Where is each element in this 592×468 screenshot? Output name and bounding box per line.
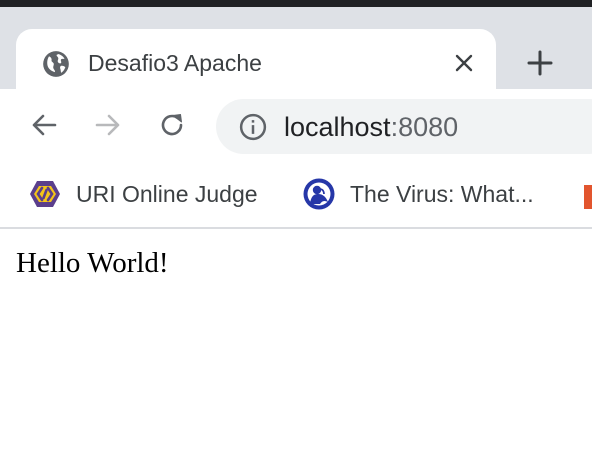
arrow-right-icon[interactable] [92,109,124,141]
bookmark-label: The Virus: What... [350,181,534,207]
browser-toolbar: localhost:8080 [0,89,592,161]
uri-logo-icon [30,181,60,207]
pbs-logo-icon [303,178,335,210]
address-bar[interactable]: localhost:8080 [216,99,592,154]
arrow-left-icon[interactable] [28,109,60,141]
close-icon[interactable] [452,51,476,75]
url-text[interactable]: localhost:8080 [284,112,458,142]
bookmark-overflow-icon[interactable] [584,185,592,209]
tab-title: Desafio3 Apache [88,50,262,76]
bookmark-the-virus[interactable]: The Virus: What... [302,177,554,211]
url-port: :8080 [390,112,459,142]
url-host: localhost [284,112,391,142]
window-top-bar [0,0,592,7]
bookmarks-bar: URI Online Judge The Virus: What... [0,161,592,227]
info-icon[interactable] [238,112,268,142]
bookmark-uri-online-judge[interactable]: URI Online Judge [28,177,278,211]
bookmark-label: URI Online Judge [76,181,258,207]
globe-icon [43,51,69,77]
tab-strip: Desafio3 Apache [0,7,592,99]
plus-icon[interactable] [524,47,556,79]
reload-icon[interactable] [156,109,188,141]
toolbar-divider [0,227,592,229]
page-heading: Hello World! [16,247,169,279]
